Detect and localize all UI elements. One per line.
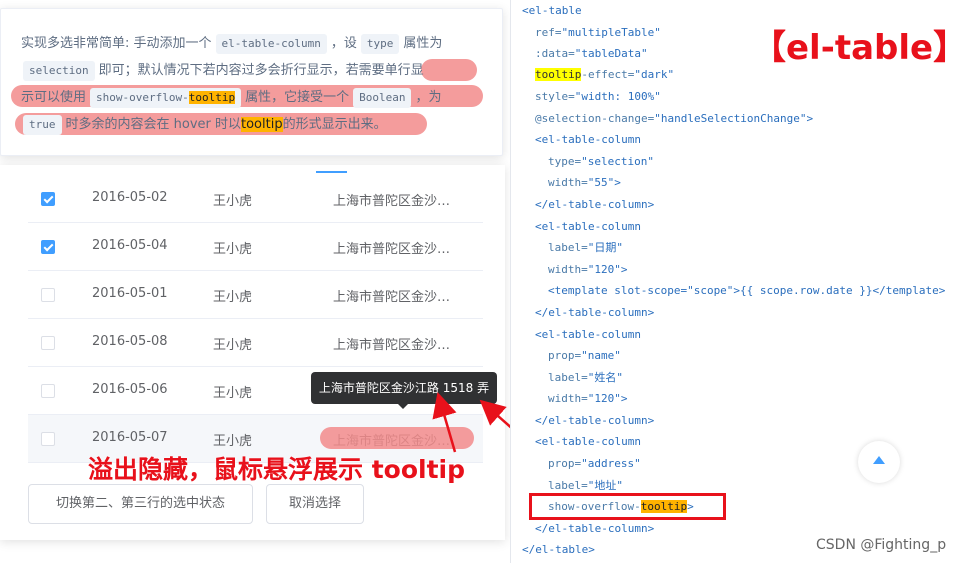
code-line: label="姓名" [548,371,623,385]
code-value: "name" [581,349,621,362]
code-value: "地址" [587,479,623,492]
code-attr: prop= [548,457,582,470]
code-line: <template slot-scope="scope">{{ scope.ro… [548,284,946,297]
code-value: "120"> [587,263,628,276]
code-value: "dark" [634,68,675,81]
code-line: @selection-change="handleSelectionChange… [535,112,813,126]
code-attr: ref= [535,26,562,39]
code-line: </el-table-column> [535,414,655,427]
code-line: <el-table [522,4,582,17]
code-attr: style= [535,90,575,103]
code-line: type="selection" [548,155,654,169]
code-line: ref="multipleTable" [535,26,661,40]
code-value: "55"> [587,176,621,189]
code-line: width="120"> [548,263,628,277]
code-attr: width= [548,176,588,189]
code-line: <el-table-column [535,328,641,341]
code-line: </el-table-column> [535,522,655,535]
code-line: <el-table-column [535,133,641,146]
arrow-to-tooltip [432,392,457,453]
code-line: </el-table-column> [535,198,655,211]
code-line: label="地址" [548,479,623,493]
watermark: CSDN @Fighting_p [816,537,947,553]
code-line: width="120"> [548,392,628,406]
code-line: </el-table> [522,543,595,556]
code-value: "multipleTable" [561,26,661,39]
code-value: "姓名" [587,371,623,384]
code-line: label="日期" [548,241,623,255]
code-attr: width= [548,392,588,405]
code-value: "address" [581,457,641,470]
code-attr: label= [548,241,588,254]
highlight-box [529,493,726,520]
code-value: "selection" [581,155,654,168]
title-badge: 【el-table】 [752,28,963,68]
code-attr: :data= [535,47,575,60]
code-value: "width: 100%" [574,90,661,103]
code-attr: label= [548,371,588,384]
code-line: <el-table-column [535,435,641,448]
code-attr: @selection-change= [535,112,655,125]
code-attr: prop= [548,349,582,362]
code-line: style="width: 100%" [535,90,661,104]
code-value: "120"> [587,392,628,405]
code-line: prop="address" [548,457,641,471]
keyword-highlight: tooltip [535,68,582,81]
code-attr: -effect= [581,68,635,81]
code-attr: label= [548,479,588,492]
code-line: prop="name" [548,349,621,363]
code-attr: type= [548,155,582,168]
back-to-top-button[interactable] [858,441,900,483]
code-value: "handleSelectionChange"> [654,112,814,125]
code-value: "tableData" [574,47,648,60]
code-attr: width= [548,263,588,276]
code-line: <el-table-column [535,220,641,233]
code-line: width="55"> [548,176,621,190]
code-value: "日期" [587,241,623,254]
code-line: </el-table-column> [535,306,655,319]
code-line: :data="tableData" [535,47,648,61]
code-line: tooltip-effect="dark" [535,68,674,82]
